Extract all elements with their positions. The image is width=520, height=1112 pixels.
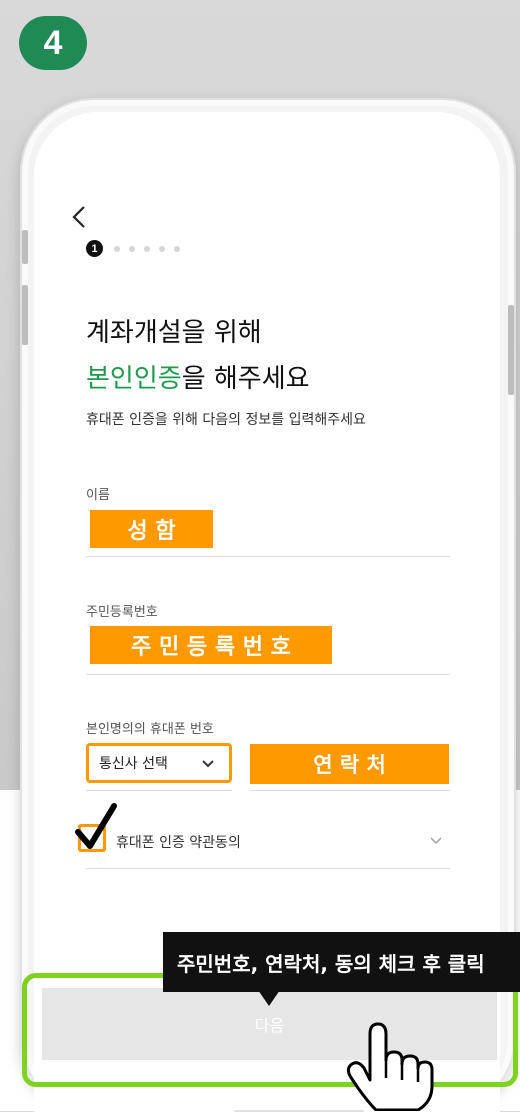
rrn-field-underline	[86, 674, 450, 675]
phone-side-button	[22, 230, 28, 264]
page-subtitle: 휴대폰 인증을 위해 다음의 정보를 입력해주세요	[86, 412, 366, 428]
chevron-down-icon[interactable]	[428, 835, 444, 847]
progress-dot	[159, 245, 165, 252]
rrn-field-annotation[interactable]: 주 민 등 록 번 호	[90, 626, 332, 664]
headline-accent: 본인인증	[86, 364, 182, 394]
progress-dot	[144, 245, 150, 252]
progress-indicator: 1	[86, 240, 180, 257]
headline-line1: 계좌개설을 위해	[86, 318, 262, 348]
tooltip-arrow	[258, 990, 280, 1006]
rrn-field-label: 주민등록번호	[86, 605, 158, 620]
agreement-underline	[86, 868, 450, 869]
chevron-down-icon	[202, 760, 214, 768]
progress-dot	[129, 245, 135, 252]
phone-field-label: 본인명의의 휴대폰 번호	[86, 722, 214, 737]
checkmark-icon	[75, 803, 117, 849]
phone-underline	[250, 790, 450, 791]
carrier-select-label: 통신사 선택	[99, 756, 168, 772]
back-arrow-icon[interactable]	[66, 202, 96, 232]
instruction-tooltip: 주민번호, 연락처, 동의 체크 후 클릭	[163, 932, 520, 992]
phone-side-button	[22, 285, 28, 345]
step-number-badge: 4	[19, 16, 87, 70]
agreement-label[interactable]: 휴대폰 인증 약관동의	[116, 832, 241, 852]
progress-dot	[114, 245, 120, 252]
page-title: 계좌개설을 위해 본인인증을 해주세요	[86, 310, 310, 402]
phone-side-button	[508, 305, 514, 395]
phone-number-annotation[interactable]: 연 락 처	[250, 744, 449, 784]
pointing-hand-icon	[346, 1022, 434, 1111]
progress-step-current: 1	[86, 240, 103, 257]
carrier-underline	[86, 790, 232, 791]
name-field-annotation[interactable]: 성 함	[90, 510, 213, 548]
name-field-label: 이름	[86, 488, 110, 503]
carrier-select[interactable]: 통신사 선택	[86, 743, 232, 783]
name-field-underline	[86, 556, 450, 557]
progress-dot	[174, 245, 180, 252]
headline-line2: 을 해주세요	[181, 364, 310, 394]
